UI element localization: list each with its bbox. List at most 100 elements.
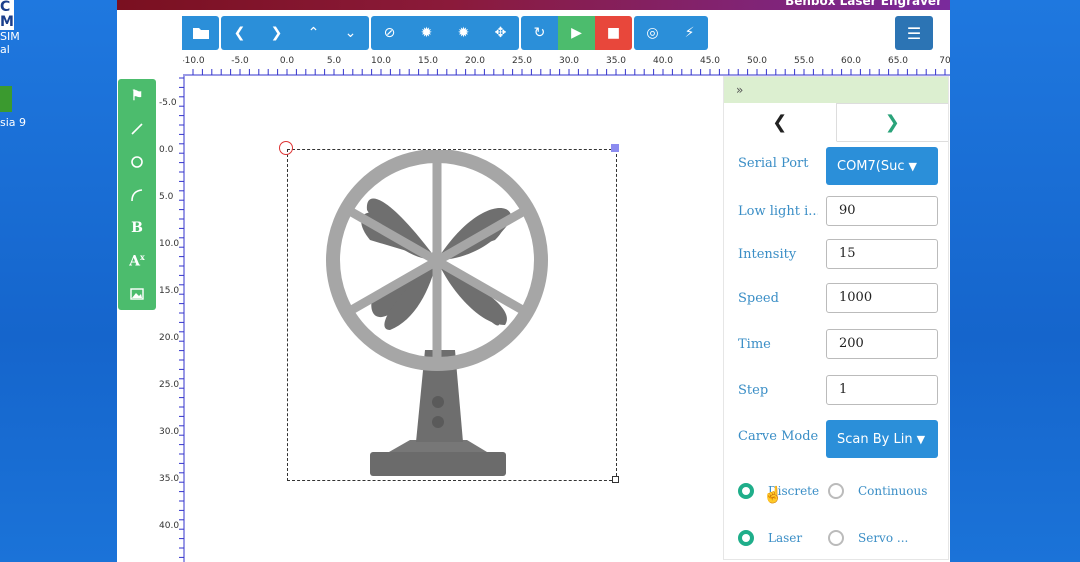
panel-collapse-toggle[interactable]: » <box>724 77 948 103</box>
speed-input[interactable]: 1000 <box>826 283 938 313</box>
hamburger-icon: ☰ <box>906 23 922 43</box>
extra-group: ◎ ⚡ <box>634 16 708 50</box>
tag-icon: ⚑ <box>130 87 144 104</box>
carve-mode-value: Scan By Lin <box>837 431 913 447</box>
rotate-handle[interactable] <box>279 141 293 155</box>
carve-mode-label: Carve Mode <box>738 429 818 444</box>
step-input[interactable]: 1 <box>826 375 938 405</box>
carve-mode-row: Carve Mode Scan By Lin ▼ <box>738 420 938 458</box>
serial-port-value: COM7(Suc <box>837 158 905 174</box>
crosshair-button[interactable]: ✥ <box>482 16 519 50</box>
hand-pointer-icon: ☝ <box>763 485 783 504</box>
laser-radio[interactable] <box>738 530 754 546</box>
resize-handle-top-right[interactable] <box>611 144 619 152</box>
image-icon <box>130 287 144 300</box>
chevron-right-icon: ❯ <box>270 25 283 41</box>
target-button[interactable]: ◎ <box>634 16 671 50</box>
play-icon: ▶ <box>571 25 582 41</box>
arc-tool-button[interactable] <box>118 178 156 211</box>
panel-tabs: ❮ ❯ <box>724 103 948 142</box>
h-ruler-label: 65.0 <box>888 56 908 66</box>
title-bar[interactable]: Benbox Laser Engraver <box>117 0 950 10</box>
start-button[interactable]: ▶ <box>558 16 595 50</box>
servo-radio[interactable] <box>828 530 844 546</box>
selection-box[interactable] <box>287 149 617 481</box>
menu-button[interactable]: ☰ <box>895 16 933 50</box>
step-label: Step <box>738 383 769 398</box>
text-size-tool-button[interactable]: Ax <box>118 244 156 277</box>
h-ruler-label: 0.0 <box>280 56 295 66</box>
desktop-shortcut-icon[interactable]: CM SIM al <box>0 0 20 56</box>
repeat-button[interactable]: ↻ <box>521 16 558 50</box>
chevron-left-icon: ❮ <box>233 25 246 41</box>
carve-mode-select[interactable]: Scan By Lin ▼ <box>826 420 938 458</box>
move-down-button[interactable]: ⌄ <box>332 16 369 50</box>
ban-icon: ⊘ <box>383 25 396 41</box>
bolt-icon: ⚡ <box>684 25 695 41</box>
tab-next[interactable]: ❯ <box>836 103 948 141</box>
move-right-button[interactable]: ❯ <box>258 16 295 50</box>
desktop-shortcut-2-label: sia 9 <box>0 116 27 129</box>
continuous-label: Continuous <box>858 484 928 498</box>
dot-small-button[interactable]: ✹ <box>408 16 445 50</box>
v-ruler-label: 35.0 <box>159 474 179 484</box>
circle-tool-button[interactable] <box>118 145 156 178</box>
time-label: Time <box>738 337 771 352</box>
output-mode-radios: Discrete ☝ Continuous <box>738 483 948 505</box>
chevron-up-icon: ⌃ <box>307 25 320 41</box>
discrete-radio[interactable] <box>738 483 754 499</box>
vertical-ruler: -5.0 0.0 5.0 10.0 15.0 20.0 25.0 30.0 35.0 40.0 <box>159 76 185 562</box>
target-icon: ◎ <box>646 25 659 41</box>
h-ruler-label: 45.0 <box>700 56 720 66</box>
chevron-right-icon: ❯ <box>884 112 900 133</box>
open-file-button[interactable] <box>182 16 219 50</box>
desktop-shortcut-2[interactable]: sia 9 <box>0 86 26 129</box>
v-ruler-label: 25.0 <box>159 380 179 390</box>
h-ruler-label: -10.0 <box>183 56 205 66</box>
design-canvas[interactable] <box>185 76 723 562</box>
v-ruler-label: 40.0 <box>159 521 179 531</box>
low-light-input[interactable]: 90 <box>826 196 938 226</box>
tool-group: ⊘ ✹ ✹ ✥ <box>371 16 519 50</box>
h-ruler-label: 70 <box>939 56 950 66</box>
h-ruler-label: 25.0 <box>512 56 532 66</box>
chevron-down-icon: ⌄ <box>344 25 357 41</box>
serial-port-label: Serial Port <box>738 156 809 171</box>
tag-tool-button[interactable]: ⚑ <box>118 79 156 112</box>
h-ruler-label: 5.0 <box>327 56 342 66</box>
dot-large-button[interactable]: ✹ <box>445 16 482 50</box>
time-row: Time 200 <box>738 329 938 363</box>
time-input[interactable]: 200 <box>826 329 938 359</box>
desktop-shortcut-label-2: al <box>0 43 10 56</box>
h-ruler-label: 15.0 <box>418 56 438 66</box>
low-light-label: Low light i... <box>738 204 818 219</box>
move-group: ❮ ❯ ⌃ ⌄ <box>221 16 369 50</box>
draw-toolbar: ⚑ B Ax <box>118 79 156 310</box>
line-icon <box>131 122 143 135</box>
disable-button[interactable]: ⊘ <box>371 16 408 50</box>
h-ruler-label: 40.0 <box>653 56 673 66</box>
serial-port-row: Serial Port COM7(Suc ▼ <box>738 147 938 185</box>
device-mode-radios: Laser Servo ... <box>738 530 948 552</box>
intensity-label: Intensity <box>738 247 797 262</box>
crosshair-icon: ✥ <box>494 25 507 41</box>
h-ruler-label: 20.0 <box>465 56 485 66</box>
move-left-button[interactable]: ❮ <box>221 16 258 50</box>
stop-button[interactable]: ■ <box>595 16 632 50</box>
resize-handle-bottom-right[interactable] <box>612 476 619 483</box>
line-tool-button[interactable] <box>118 112 156 145</box>
h-ruler-label: 60.0 <box>841 56 861 66</box>
image-tool-button[interactable] <box>118 277 156 310</box>
desktop-shortcut-label-1: SIM <box>0 30 20 43</box>
intensity-input[interactable]: 15 <box>826 239 938 269</box>
bolt-button[interactable]: ⚡ <box>671 16 708 50</box>
serial-port-select[interactable]: COM7(Suc ▼ <box>826 147 938 185</box>
bold-text-tool-button[interactable]: B <box>118 211 156 244</box>
h-ruler-label: 55.0 <box>794 56 814 66</box>
v-ruler-label: 30.0 <box>159 427 179 437</box>
continuous-radio[interactable] <box>828 483 844 499</box>
tab-previous[interactable]: ❮ <box>724 103 837 142</box>
benbox-window: Benbox Laser Engraver ❮ ❯ ⌃ ⌄ ⊘ ✹ ✹ ✥ ↻ … <box>117 0 950 562</box>
v-ruler-label: 5.0 <box>159 192 174 202</box>
move-up-button[interactable]: ⌃ <box>295 16 332 50</box>
